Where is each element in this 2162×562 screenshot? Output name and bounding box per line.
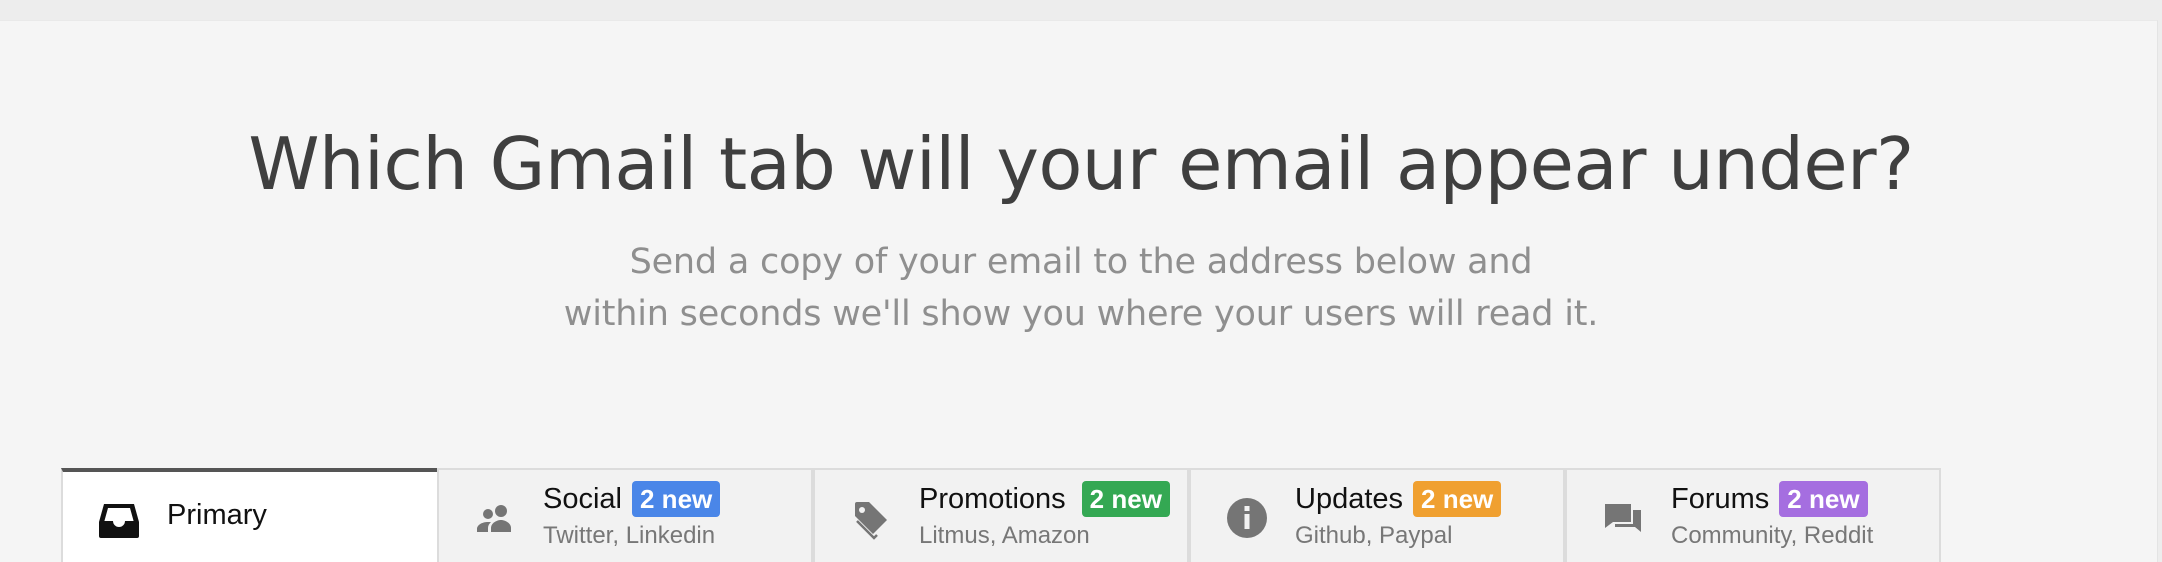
tab-updates-senders: Github, Paypal [1295,522,1453,549]
tab-promotions[interactable]: Promotions 2 new Litmus, Amazon [813,468,1189,562]
tag-icon [847,494,895,542]
tab-promotions-label: Promotions [919,482,1066,515]
tab-primary-label: Primary [167,499,267,531]
inbox-icon [95,496,143,544]
tab-social-senders: Twitter, Linkedin [543,522,716,549]
tab-social-label: Social [543,482,622,515]
tab-forums[interactable]: Forums 2 new Community, Reddit [1565,468,1941,562]
tab-forums-senders: Community, Reddit [1671,522,1874,549]
tab-updates-new-badge: 2 new [1413,481,1502,517]
page-subtitle: Send a copy of your email to the address… [0,236,2162,340]
tab-promotions-senders: Litmus, Amazon [919,522,1090,549]
subtitle-line-2: within seconds we'll show you where your… [563,294,1599,334]
tab-forums-label: Forums [1671,482,1770,515]
tab-updates[interactable]: Updates 2 new Github, Paypal [1189,468,1565,562]
tab-social-new-badge: 2 new [632,481,721,517]
tab-updates-label: Updates [1295,482,1404,515]
tab-primary[interactable]: Primary [61,468,437,562]
tab-social[interactable]: Social 2 new Twitter, Linkedin [437,468,813,562]
people-icon [471,494,519,542]
tab-promotions-new-badge: 2 new [1081,481,1170,517]
tab-forums-new-badge: 2 new [1779,481,1868,517]
info-icon [1223,494,1271,542]
gmail-tabs: Primary Social 2 new Twitter, Linkedin P… [61,468,1941,562]
forum-icon [1599,494,1647,542]
subtitle-line-1: Send a copy of your email to the address… [629,242,1533,282]
page-title: Which Gmail tab will your email appear u… [248,122,1914,206]
page: Which Gmail tab will your email appear u… [0,0,2162,562]
